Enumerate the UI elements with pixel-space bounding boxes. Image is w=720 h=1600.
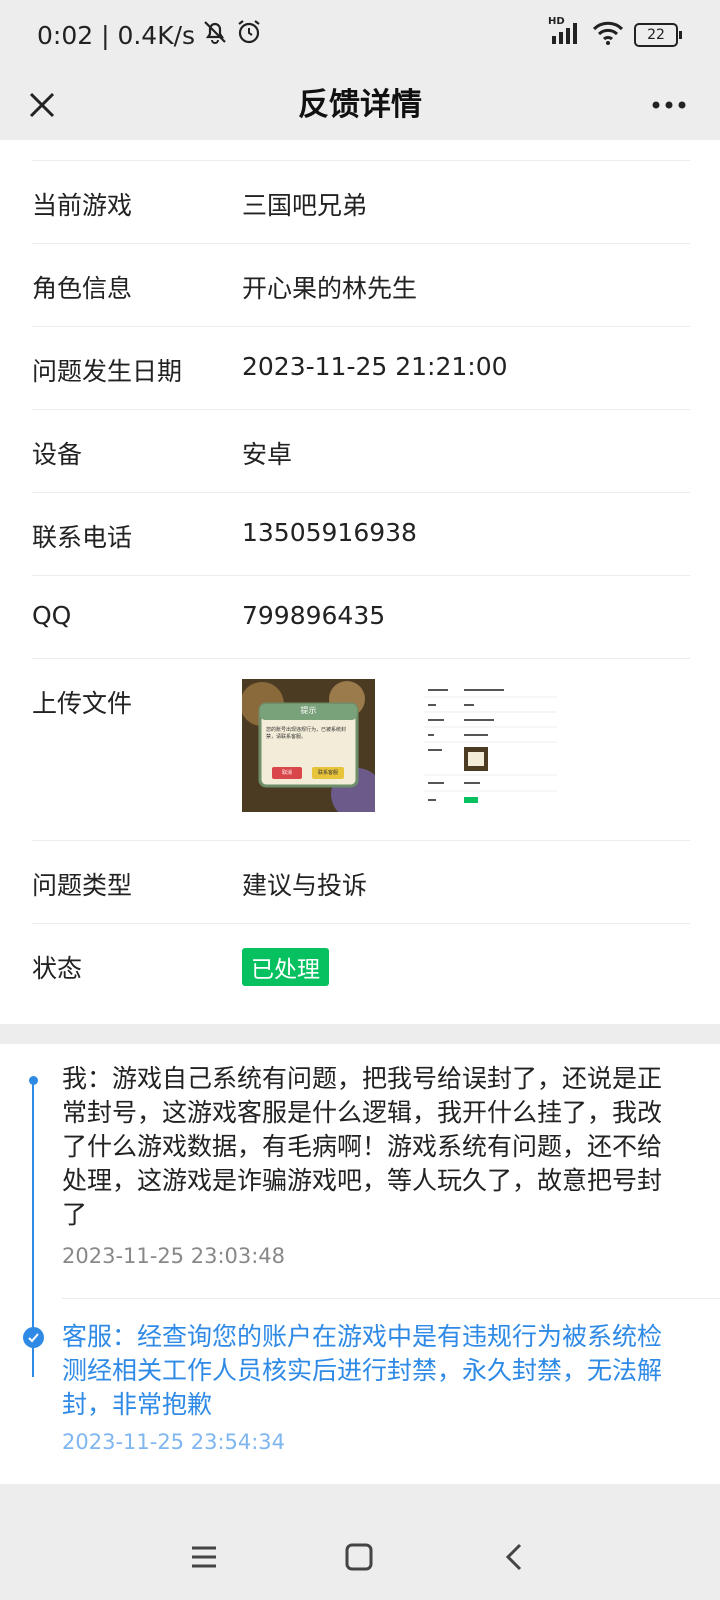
detail-row-date: 问题发生日期 2023-11-25 21:21:00 [32,326,690,410]
time-speed-text: 0:02 | 0.4K/s [37,20,196,50]
row-label: 状态 [32,954,83,983]
system-navigation-bar [0,1514,720,1600]
row-value: 2023-11-25 21:21:00 [242,352,508,381]
detail-row-upload: 上传文件 提示 您的账号出现违规行为，已被系统封禁，请联系客服。 取消 联系客服 [32,658,690,841]
row-label: QQ [32,601,72,630]
row-value: 13505916938 [242,518,417,547]
reply-message-time: 2023-11-25 23:54:34 [62,1430,286,1454]
back-chevron-icon [505,1543,522,1571]
timeline-dot-icon [29,1076,38,1085]
home-button[interactable] [334,1532,384,1582]
status-bar-left: 0:02 | 0.4K/s [37,18,263,52]
row-value: 三国吧兄弟 [242,191,368,220]
menu-button[interactable] [179,1532,229,1582]
feedback-page-screenshot-image [424,679,557,812]
status-value: 已处理 [242,948,329,986]
row-label: 设备 [32,440,83,469]
reply-message: 客服：经查询您的账户在游戏中是有违规行为被系统检测经相关工作人员核实后进行封禁，… [62,1322,663,1419]
row-label: 问题发生日期 [32,357,183,386]
alarm-icon [235,18,263,52]
detail-row-status: 状态 已处理 [32,923,690,1007]
signal-icon: HD [548,16,582,50]
row-value: 开心果的林先生 [242,274,418,303]
row-label: 上传文件 [32,689,133,718]
user-message-time: 2023-11-25 23:03:48 [62,1244,286,1268]
detail-row-qq: QQ 799896435 [32,575,690,659]
row-label: 角色信息 [32,274,133,303]
page-title: 反馈详情 [298,87,422,123]
more-button[interactable] [644,83,694,127]
divider [62,1298,720,1299]
detail-row-role: 角色信息 开心果的林先生 [32,243,690,327]
nav-bar: 反馈详情 [0,70,720,140]
check-circle-icon [23,1327,44,1348]
game-screenshot-image [242,679,375,812]
detail-row-type: 问题类型 建议与投诉 [32,840,690,924]
user-message: 我：游戏自己系统有问题，把我号给误封了，还说是正常封号，这游戏客服是什么逻辑，我… [62,1064,663,1229]
battery-icon: 22 [634,23,682,47]
row-value: 建议与投诉 [242,871,368,900]
more-icon [652,101,686,109]
conversation-card: 我：游戏自己系统有问题，把我号给误封了，还说是正常封号，这游戏客服是什么逻辑，我… [0,1044,720,1484]
dialog-contact-button: 联系客服 [312,767,344,779]
status-bar: 0:02 | 0.4K/s HD 22 [0,0,720,70]
dialog-body-text: 您的账号出现违规行为，已被系统封禁，请联系客服。 [266,727,347,740]
detail-row-phone: 联系电话 13505916938 [32,492,690,576]
battery-level: 22 [634,23,678,47]
feedback-detail-card: 当前游戏 三国吧兄弟 角色信息 开心果的林先生 问题发生日期 2023-11-2… [0,140,720,1024]
row-label: 问题类型 [32,871,133,900]
row-value: 安卓 [242,440,293,469]
uploaded-image-thumbnail-2[interactable] [424,679,557,812]
row-value: 799896435 [242,601,386,630]
detail-row-game: 当前游戏 三国吧兄弟 [32,160,690,244]
mute-icon [201,18,229,52]
status-badge: 已处理 [242,948,329,986]
network-type-label: HD [548,16,565,27]
row-label: 联系电话 [32,523,133,552]
dialog-cancel-button: 取消 [272,767,302,779]
wifi-icon [592,20,624,50]
back-button[interactable] [490,1532,540,1582]
uploaded-image-thumbnail[interactable]: 提示 您的账号出现违规行为，已被系统封禁，请联系客服。 取消 联系客服 [242,679,375,812]
menu-icon [192,1546,216,1568]
status-bar-right: HD 22 [548,16,682,50]
row-label: 当前游戏 [32,191,133,220]
detail-row-device: 设备 安卓 [32,409,690,493]
dialog-title-text: 提示 [300,706,317,715]
home-square-icon [345,1543,373,1571]
